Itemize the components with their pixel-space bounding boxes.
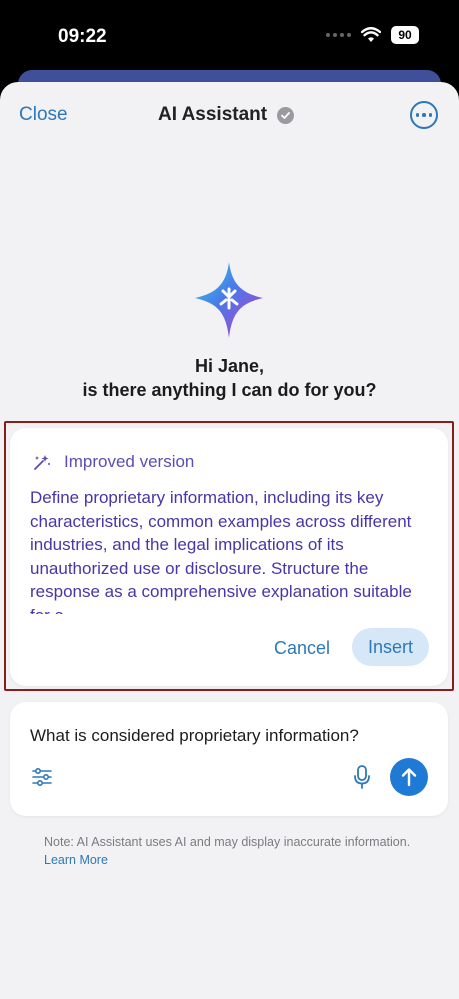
signal-icon [326,33,351,37]
title-group: AI Assistant [158,104,295,126]
disclaimer-note: Note: AI Assistant uses AI and may displ… [44,833,424,869]
prompt-input-card[interactable]: What is considered proprietary informati… [10,702,448,816]
more-options-button[interactable] [410,101,438,129]
page-title: AI Assistant [158,104,268,125]
send-button[interactable] [390,758,428,796]
disclaimer-text: Note: AI Assistant uses AI and may displ… [44,835,411,849]
greeting-line-1: Hi Jane, [194,356,265,376]
highlight-frame [4,421,454,691]
ai-assistant-logo [195,262,263,338]
check-badge-icon[interactable] [277,106,295,124]
greeting: Hi Jane, is there anything I can do for … [0,354,459,402]
battery-icon: 90 [391,26,419,44]
header: Close AI Assistant [0,82,459,146]
learn-more-link[interactable]: Learn More [44,853,108,867]
wifi-icon [361,27,381,42]
microphone-icon[interactable] [353,765,371,789]
status-bar: 09:22 90 [0,0,459,70]
sliders-icon[interactable] [32,768,52,786]
status-icons: 90 [326,26,419,44]
greeting-line-2: is there anything I can do for you? [82,380,377,400]
status-time: 09:22 [58,26,107,47]
close-button[interactable]: Close [19,104,68,126]
arrow-up-icon [401,768,417,787]
prompt-input[interactable]: What is considered proprietary informati… [30,726,359,746]
